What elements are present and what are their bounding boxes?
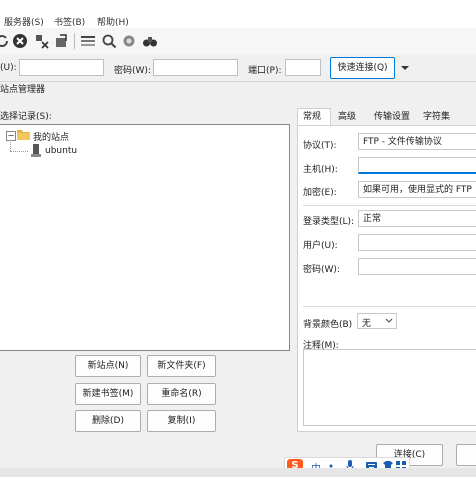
background-color-value: 无	[362, 319, 372, 329]
binoculars-icon[interactable]	[142, 33, 158, 49]
tree-site-ubuntu[interactable]: ubuntu	[45, 146, 77, 156]
chevron-down-icon	[401, 66, 409, 70]
qc-user-input[interactable]	[19, 59, 104, 76]
ok-button-partial[interactable]	[456, 444, 476, 466]
tree-line	[10, 140, 12, 151]
chevron-down-icon	[385, 318, 393, 323]
tab-charset[interactable]: 字符集	[423, 110, 450, 125]
menu-server[interactable]: 服务器(S)	[4, 15, 44, 28]
select-entry-label: 选择记录(S):	[0, 112, 52, 122]
logon-type-label: 登录类型(L):	[303, 217, 355, 227]
rename-button[interactable]: 重命名(R)	[147, 383, 216, 405]
tab-transfer-settings[interactable]: 传输设置	[374, 110, 410, 125]
menu-help[interactable]: 帮助(H)	[97, 15, 129, 28]
server-icon	[31, 144, 41, 157]
cancel-icon[interactable]	[12, 33, 28, 49]
quickconnect-button[interactable]: 快速连接(Q)	[330, 57, 395, 79]
password-input[interactable]	[358, 258, 476, 275]
disconnect-icon[interactable]	[34, 33, 50, 49]
qc-password-input[interactable]	[153, 59, 238, 76]
host-label: 主机(H):	[303, 165, 338, 175]
tree-root-label[interactable]: 我的站点	[33, 130, 69, 143]
menu-bar: 服务器(S) 书签(B) 帮助(H)	[0, 0, 476, 28]
menu-bookmarks[interactable]: 书签(B)	[54, 15, 85, 28]
qc-user-label: (U):	[0, 63, 17, 73]
dialog-title: 站点管理器	[0, 85, 46, 95]
filter-icon[interactable]	[80, 33, 96, 49]
tree-line	[10, 151, 28, 153]
qc-port-label: 端口(P):	[248, 66, 282, 76]
form-divider	[303, 306, 476, 307]
new-bookmark-button[interactable]: 新建书签(M)	[75, 383, 141, 405]
protocol-select[interactable]: FTP - 文件传输协议	[358, 133, 476, 150]
encryption-select[interactable]: 如果可用，使用显式的 FTP	[358, 181, 476, 198]
qc-password-label: 密码(W):	[114, 66, 151, 76]
process-queue-icon[interactable]	[54, 33, 70, 49]
user-label: 用户(U):	[303, 241, 338, 251]
new-folder-button[interactable]: 新文件夹(F)	[147, 355, 216, 377]
comments-textarea[interactable]	[303, 349, 476, 426]
site-tree[interactable]: − 我的站点 ubuntu	[0, 124, 290, 351]
host-input[interactable]	[358, 157, 476, 174]
quickconnect-bar: (U): 密码(W): 端口(P): 快速连接(Q)	[0, 54, 476, 82]
quickconnect-dropdown[interactable]	[399, 60, 411, 76]
tab-advanced[interactable]: 高级	[338, 110, 356, 125]
tab-general[interactable]: 常规	[303, 110, 321, 125]
folder-icon	[17, 130, 30, 140]
reconnect-icon[interactable]	[0, 33, 10, 49]
search-icon[interactable]	[101, 33, 117, 49]
form-divider	[303, 205, 476, 206]
delete-button[interactable]: 删除(D)	[75, 410, 141, 432]
sync-browse-icon[interactable]	[121, 33, 137, 49]
background-color-select[interactable]: 无	[357, 313, 397, 329]
encryption-label: 加密(E):	[303, 188, 337, 198]
copy-button[interactable]: 复制(I)	[147, 410, 216, 432]
toolbar-divider	[74, 33, 75, 49]
status-strip	[0, 468, 476, 477]
toolbar	[0, 28, 476, 55]
protocol-label: 协议(T):	[303, 141, 337, 151]
logon-type-select[interactable]: 正常	[358, 210, 476, 227]
background-color-label: 背景颜色(B)	[303, 320, 353, 330]
user-input[interactable]	[358, 234, 476, 251]
password-label: 密码(W):	[303, 265, 340, 275]
new-site-button[interactable]: 新站点(N)	[75, 355, 141, 377]
qc-port-input[interactable]	[285, 59, 321, 76]
